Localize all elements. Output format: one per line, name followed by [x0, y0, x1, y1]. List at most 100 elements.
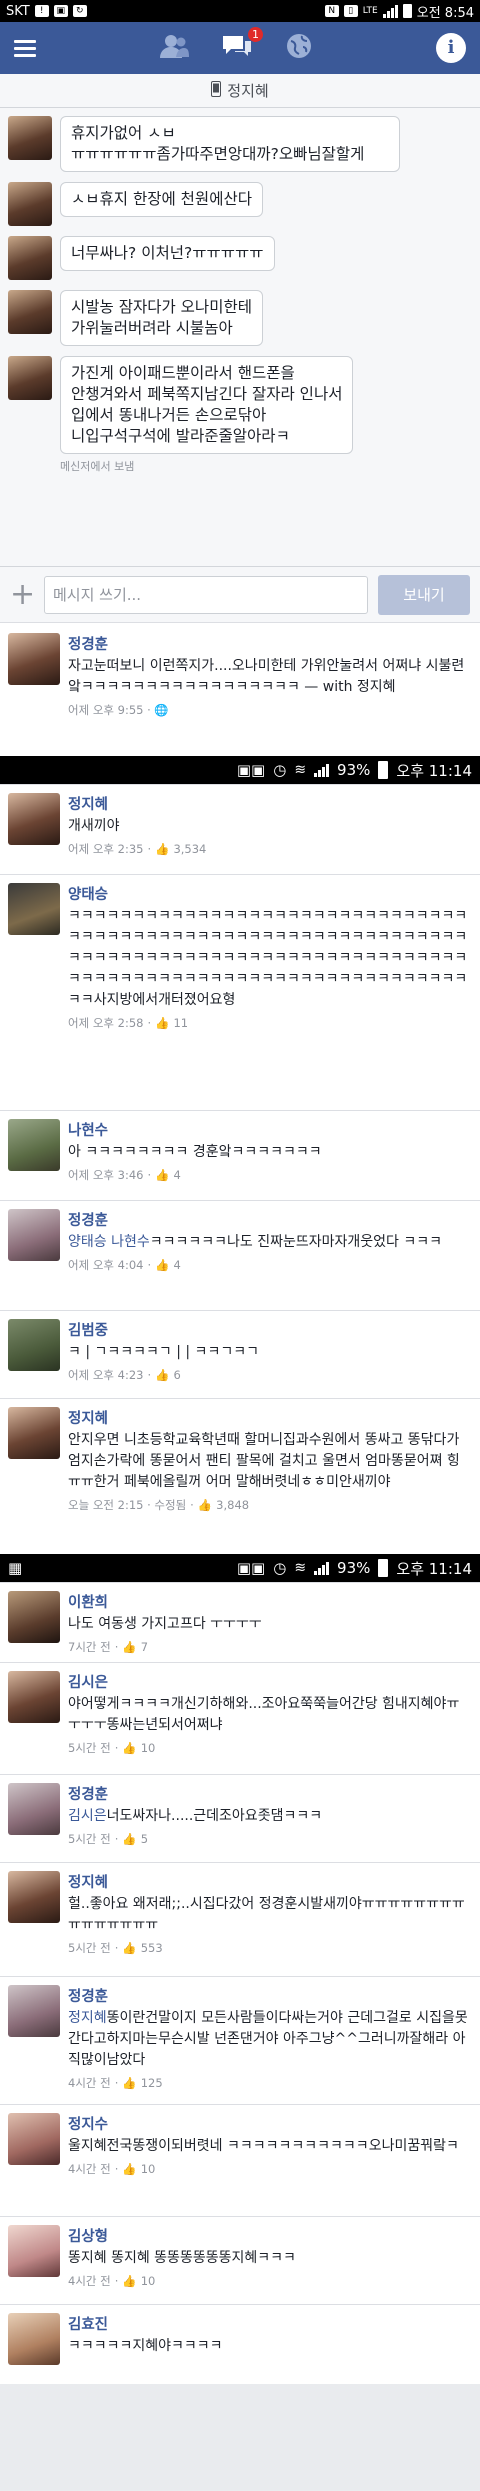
like-icon[interactable]: 👍 — [122, 1741, 136, 1755]
post-author[interactable]: 정경훈 — [68, 633, 472, 654]
friends-icon[interactable] — [159, 33, 189, 64]
message-bubble: 너무싸나? 이처넌?ㅠㅠㅠㅠㅠ — [60, 236, 275, 271]
like-icon[interactable]: 👍 — [155, 842, 169, 856]
avatar[interactable] — [8, 182, 52, 226]
n-icon: N — [324, 5, 339, 17]
comment-author[interactable]: 나현수 — [68, 1119, 472, 1140]
like-icon[interactable]: 👍 — [122, 1640, 136, 1654]
like-count: 553 — [140, 1941, 163, 1955]
wifi-icon: ≋ — [294, 762, 307, 778]
info-icon[interactable]: i — [436, 33, 466, 63]
comment: 이환희 나도 여동생 가지고프다 ㅜㅜㅜㅜ 7시간 전 · 👍 7 — [0, 1582, 480, 1662]
message-composer: + 메시지 쓰기... 보내기 — [0, 566, 480, 622]
comment-author[interactable]: 양태승 — [68, 883, 472, 904]
comment: 양태승 ㅋㅋㅋㅋㅋㅋㅋㅋㅋㅋㅋㅋㅋㅋㅋㅋㅋㅋㅋㅋㅋㅋㅋㅋㅋㅋㅋㅋㅋㅋㅋㅋㅋㅋㅋㅋ… — [0, 874, 480, 1110]
comment: 정지혜 개새끼야 어제 오후 2:35 · 👍 3,534 — [0, 784, 480, 874]
avatar[interactable] — [8, 116, 52, 160]
avatar[interactable] — [8, 1209, 60, 1261]
comment-author[interactable]: 정경훈 — [68, 1209, 472, 1230]
like-count: 6 — [173, 1368, 181, 1382]
like-count: 125 — [140, 2076, 163, 2090]
comment-time: 어제 오후 4:04 — [68, 1258, 144, 1272]
alarm-icon: ◷ — [273, 761, 287, 779]
comment: 김시은 야어떻게ㅋㅋㅋㅋ개신기하해와...조아요쭉쭉늘어간당 힘내지혜야ㅠㅜㅜㅜ… — [0, 1662, 480, 1774]
avatar[interactable] — [8, 1871, 60, 1923]
comment-author[interactable]: 김시은 — [68, 1671, 472, 1692]
chat-message: 가진게 아이패드뿐이라서 핸드폰을 안챙겨와서 페북쪽지남긴다 잘자라 인나서 … — [8, 356, 472, 454]
like-count: 11 — [173, 1016, 189, 1030]
comment-author[interactable]: 정경훈 — [68, 1985, 472, 2006]
comment-author[interactable]: 정지수 — [68, 2113, 472, 2134]
comment-author[interactable]: 이환희 — [68, 1591, 472, 1612]
like-icon[interactable]: 👍 — [122, 2162, 136, 2176]
comment: 정지혜 헐..좋아요 왜저래;;..시집다갔어 정경훈시발새끼야ㅠㅠㅠㅠㅠㅠㅠㅠ… — [0, 1862, 480, 1976]
like-count: 10 — [140, 1741, 156, 1755]
avatar[interactable] — [8, 236, 52, 280]
message-bubble: 시발농 잠자다가 오나미한테 가위눌러버려라 시불놈아 — [60, 290, 263, 346]
comment-text: 야어떻게ㅋㅋㅋㅋ개신기하해와...조아요쭉쭉늘어간당 힘내지혜야ㅠㅜㅜㅜ똥싸는년… — [68, 1696, 460, 1733]
comment-author[interactable]: 정경훈 — [68, 1783, 472, 1804]
like-icon[interactable]: 👍 — [155, 1368, 169, 1382]
avatar[interactable] — [8, 290, 52, 334]
chat-header: 정지혜 — [0, 74, 480, 108]
avatar[interactable] — [8, 1591, 60, 1643]
send-button[interactable]: 보내기 — [378, 574, 470, 615]
like-count: 3,534 — [173, 842, 207, 856]
comment-text: 너도싸자나.....근데조아요좃댐ㅋㅋㅋ — [106, 1808, 323, 1824]
comment-author[interactable]: 정지혜 — [68, 793, 472, 814]
comment-author[interactable]: 정지혜 — [68, 1407, 472, 1428]
comment-time: 어제 오후 2:58 — [68, 1016, 144, 1030]
avatar[interactable] — [8, 1119, 60, 1171]
comment: 김범중 ㅋ | ㄱㅋㅋㅋㅋㄱ | | ㅋㅋㄱㅋㄱ 어제 오후 4:23 · 👍 6 — [0, 1310, 480, 1398]
avatar[interactable] — [8, 356, 52, 400]
comment-time: 오늘 오전 2:15 · 수정됨 — [68, 1498, 187, 1512]
avatar[interactable] — [8, 883, 60, 935]
avatar[interactable] — [8, 1783, 60, 1835]
avatar[interactable] — [8, 2313, 60, 2365]
comment-time: 5시간 전 — [68, 1832, 111, 1846]
comment-author[interactable]: 김상형 — [68, 2225, 472, 2246]
like-icon[interactable]: 👍 — [122, 1832, 136, 1846]
comment-author[interactable]: 김효진 — [68, 2313, 472, 2334]
avatar[interactable] — [8, 2113, 60, 2165]
menu-icon[interactable] — [14, 39, 36, 57]
avatar[interactable] — [8, 1985, 60, 2037]
like-count: 4 — [173, 1168, 181, 1182]
tagged-users[interactable]: 김시은 — [68, 1808, 107, 1824]
carrier-label: SKT — [6, 3, 30, 19]
like-icon[interactable]: 👍 — [155, 1168, 169, 1182]
like-icon[interactable]: 👍 — [155, 1258, 169, 1272]
comment-time: 7시간 전 — [68, 1640, 111, 1654]
avatar[interactable] — [8, 1671, 60, 1723]
comment: 정경훈 정지혜똥이란건말이지 모든사람들이다싸는거야 근데그걸로 시집을못간다고… — [0, 1976, 480, 2104]
avatar[interactable] — [8, 1407, 60, 1459]
sent-from-messenger-note: 메신저에서 보냄 — [60, 460, 135, 473]
tagged-users[interactable]: 정지혜 — [68, 2010, 107, 2026]
like-count: 5 — [140, 1832, 149, 1846]
battery-icon — [402, 4, 412, 18]
like-icon[interactable]: 👍 — [122, 2076, 136, 2090]
screen-mirror-icon: ▣▣ — [236, 761, 266, 779]
globe-icon[interactable] — [285, 32, 313, 65]
avatar[interactable] — [8, 2225, 60, 2277]
avatar[interactable] — [8, 1319, 60, 1371]
like-count: 4 — [173, 1258, 181, 1272]
comment: 정경훈 양태승 나현수ㅋㅋㅋㅋㅋㅋ나도 진짜눈뜨자마자개웃었다 ㅋㅋㅋ 어제 오… — [0, 1200, 480, 1310]
status-time: 오후 11:14 — [396, 761, 472, 780]
comment-author[interactable]: 김범중 — [68, 1319, 472, 1340]
like-icon[interactable]: 👍 — [155, 1016, 169, 1030]
comment-author[interactable]: 정지혜 — [68, 1871, 472, 1892]
like-icon[interactable]: 👍 — [122, 2274, 136, 2288]
message-input[interactable]: 메시지 쓰기... — [44, 575, 368, 614]
comment-text: ㅋㅋㅋㅋㅋ지혜야ㅋㅋㅋㅋ — [68, 2338, 223, 2354]
avatar[interactable] — [8, 793, 60, 845]
like-icon[interactable]: 👍 — [198, 1498, 212, 1512]
chat-message: 시발농 잠자다가 오나미한테 가위눌러버려라 시불놈아 — [8, 290, 472, 346]
post-meta: 어제 오후 9:55 · 🌐 — [68, 703, 169, 717]
like-icon[interactable]: 👍 — [122, 1941, 136, 1955]
avatar[interactable] — [8, 633, 60, 685]
tagged-users[interactable]: 양태승 나현수 — [68, 1234, 150, 1250]
messages-icon[interactable]: 1 — [221, 26, 263, 64]
add-attachment-icon[interactable]: + — [10, 577, 35, 612]
comment-time: 어제 오후 2:35 — [68, 842, 144, 856]
